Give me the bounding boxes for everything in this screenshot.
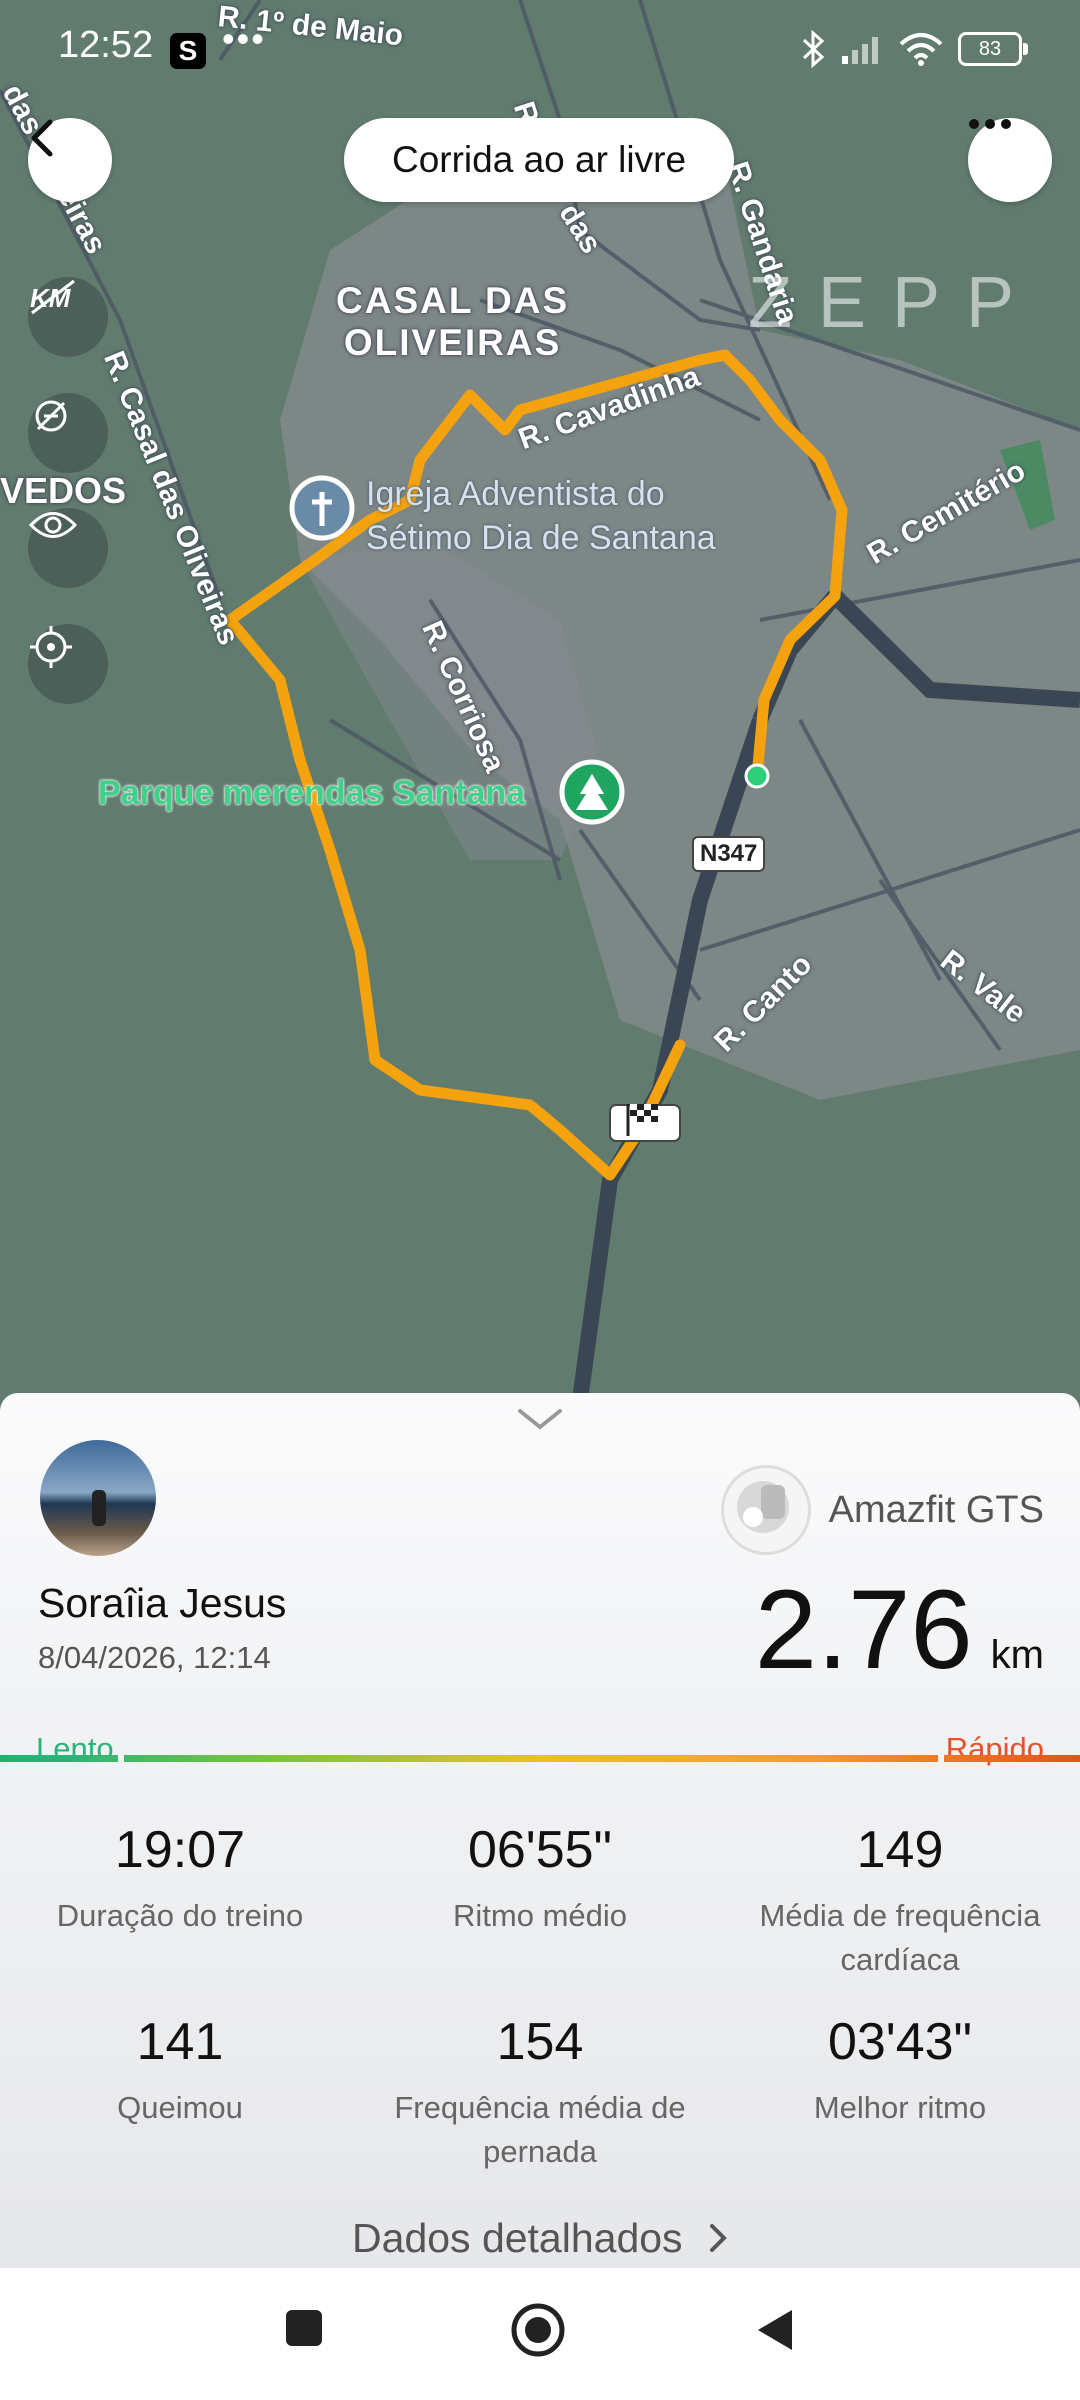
zepp-logo: ZEPP — [747, 263, 1040, 343]
more-dots-icon — [969, 119, 1011, 129]
device-name: Amazfit GTS — [828, 1488, 1044, 1531]
home-button[interactable] — [508, 2300, 568, 2360]
chevron-right-icon — [709, 2224, 727, 2252]
pace-gradient-bar — [0, 1755, 1080, 1762]
distance-value: 2.76 — [754, 1567, 973, 1692]
area-label: CASAL DAS OLIVEIRAS — [336, 280, 570, 363]
stat-cadence: 154 Frequência média de pernada — [394, 2013, 686, 2169]
more-options-button[interactable] — [968, 118, 1052, 202]
church-pin — [289, 475, 355, 541]
map-view[interactable]: R. 1º de Maio das Oliveiras R. Casal das… — [0, 0, 1080, 1400]
signal-icon — [842, 37, 878, 64]
stat-duration: 19:07 Duração do treino — [56, 1821, 304, 1933]
status-bar: 12:52 S ••• 83 — [0, 0, 1080, 100]
stat-avg-pace: 06'55" Ritmo médio — [453, 1821, 627, 1933]
park-pin — [559, 759, 625, 825]
distance: 2.76 km — [755, 1565, 1044, 1694]
back-nav-button[interactable] — [752, 2306, 796, 2354]
status-time: 12:52 — [58, 24, 154, 66]
detailed-data-link[interactable]: Dados detalhados — [0, 2215, 1080, 2262]
km-toggle-icon[interactable]: KM — [28, 277, 108, 357]
notification-app-icon: S — [170, 33, 206, 69]
battery-icon: 83 — [958, 32, 1028, 66]
area-label-partial: VEDOS — [0, 470, 127, 511]
more-notifications-icon: ••• — [222, 18, 266, 59]
page-title: Corrida ao ar livre — [344, 118, 734, 202]
church-label[interactable]: Igreja Adventista do Sétimo Dia de Santa… — [366, 472, 716, 560]
wifi-icon — [899, 33, 943, 66]
stat-avg-heart-rate: 149 Média de frequência cardíaca — [759, 1821, 1041, 1977]
system-nav-bar — [0, 2268, 1080, 2400]
device-info: Amazfit GTS — [720, 1465, 1044, 1555]
workout-date: 8/04/2026, 12:14 — [38, 1640, 271, 1675]
hide-route-icon[interactable] — [28, 393, 108, 473]
map-canvas — [0, 0, 1080, 1400]
back-button[interactable] — [28, 118, 112, 202]
watch-icon — [720, 1465, 811, 1555]
chevron-left-icon — [31, 119, 53, 157]
locate-icon[interactable] — [28, 624, 108, 704]
eye-icon[interactable] — [28, 508, 108, 588]
recent-apps-button[interactable] — [282, 2306, 326, 2350]
avatar[interactable] — [40, 1440, 156, 1556]
collapse-chevron-icon[interactable] — [516, 1405, 564, 1433]
stat-best-pace: 03'43" Melhor ritmo — [813, 2013, 987, 2125]
finish-flag — [609, 1104, 681, 1142]
road-badge: N347 — [692, 836, 766, 872]
park-label[interactable]: Parque merendas Santana — [98, 774, 525, 813]
user-name: Soraîia Jesus — [38, 1580, 287, 1626]
distance-unit: km — [990, 1633, 1044, 1677]
stat-calories: 141 Queimou — [117, 2013, 243, 2125]
bluetooth-icon — [802, 30, 825, 68]
